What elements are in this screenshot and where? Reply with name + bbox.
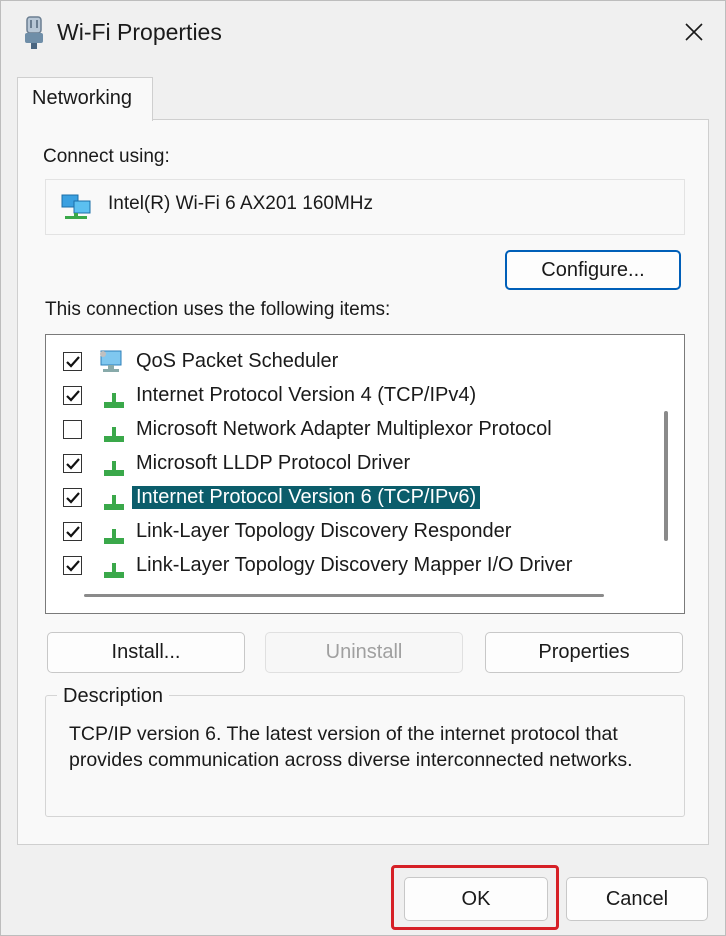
configure-button[interactable]: Configure... [505,250,681,290]
check-icon [65,491,80,504]
ok-button[interactable]: OK [404,877,548,921]
window-title: Wi-Fi Properties [57,19,222,45]
protocol-icon [104,529,124,544]
tab-networking[interactable]: Networking [17,77,153,121]
list-item-ipv6[interactable]: Internet Protocol Version 6 (TCP/IPv6) [50,480,650,514]
item-label: Internet Protocol Version 4 (TCP/IPv4) [136,384,477,406]
network-adapter-icon [61,194,91,219]
check-icon [65,389,80,402]
list-item-qos[interactable]: QoS Packet Scheduler [50,344,650,378]
protocol-icon [104,495,124,510]
connect-using-label: Connect using: [43,146,170,167]
item-label: Microsoft Network Adapter Multiplexor Pr… [136,418,552,440]
horizontal-scrollbar[interactable] [84,594,604,597]
properties-button[interactable]: Properties [485,632,683,673]
check-icon [65,457,80,470]
protocol-icon [104,393,124,408]
list-item-lldp[interactable]: Microsoft LLDP Protocol Driver [50,446,650,480]
list-item-multiplexor[interactable]: Microsoft Network Adapter Multiplexor Pr… [50,412,650,446]
protocol-icon [104,563,124,578]
item-label-selected: Internet Protocol Version 6 (TCP/IPv6) [132,486,481,509]
check-icon [65,355,80,368]
network-adapter-icon [25,16,43,49]
checkbox-checked[interactable] [63,522,82,541]
cancel-button[interactable]: Cancel [566,877,708,921]
close-button[interactable] [663,1,725,63]
protocol-icon [104,461,124,476]
uninstall-button-disabled: Uninstall [265,632,463,673]
wifi-properties-dialog: Wi-Fi Properties Networking Connect usin… [0,0,726,936]
item-label: Link-Layer Topology Discovery Responder [136,520,512,542]
checkbox-checked[interactable] [63,488,82,507]
check-icon [65,559,80,572]
list-item-lltd-responder[interactable]: Link-Layer Topology Discovery Responder [50,514,650,548]
adapter-field: Intel(R) Wi-Fi 6 AX201 160MHz [45,179,685,235]
vertical-scrollbar[interactable] [664,411,668,541]
checkbox-checked[interactable] [63,454,82,473]
adapter-name: Intel(R) Wi-Fi 6 AX201 160MHz [108,193,374,214]
item-label: QoS Packet Scheduler [136,350,339,372]
check-icon [65,525,80,538]
title-bar: Wi-Fi Properties [1,1,725,65]
install-button[interactable]: Install... [47,632,245,673]
items-label: This connection uses the following items… [45,299,391,320]
list-item-lltd-mapper[interactable]: Link-Layer Topology Discovery Mapper I/O… [50,548,650,579]
qos-icon [100,350,122,372]
items-scroll-area: QoS Packet Scheduler Internet Protocol V… [50,339,650,579]
checkbox-unchecked[interactable] [63,420,82,439]
checkbox-checked[interactable] [63,352,82,371]
description-text: TCP/IP version 6. The latest version of … [69,723,633,771]
close-icon [685,23,703,41]
list-item-ipv4[interactable]: Internet Protocol Version 4 (TCP/IPv4) [50,378,650,412]
description-legend: Description [57,685,170,708]
item-label: Link-Layer Topology Discovery Mapper I/O… [136,554,573,576]
connection-items-list[interactable]: QoS Packet Scheduler Internet Protocol V… [45,334,685,614]
checkbox-checked[interactable] [63,386,82,405]
item-label: Microsoft LLDP Protocol Driver [136,452,411,474]
protocol-icon [104,427,124,442]
checkbox-checked[interactable] [63,556,82,575]
